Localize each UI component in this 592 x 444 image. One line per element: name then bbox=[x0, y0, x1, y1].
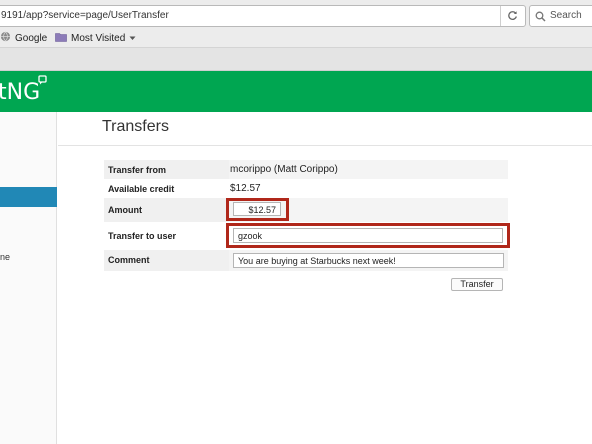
search-icon bbox=[535, 10, 546, 30]
form-row-available-credit: Available credit bbox=[104, 179, 508, 198]
bookmark-label: Google bbox=[15, 33, 48, 44]
sidebar-item-active[interactable] bbox=[0, 187, 57, 207]
logo-mark-icon bbox=[38, 75, 48, 87]
comment-label: Comment bbox=[108, 255, 150, 265]
bookmarks-bar: Google Most Visited bbox=[0, 31, 592, 47]
available-credit-value: $12.57 bbox=[230, 183, 261, 194]
page-title: Transfers bbox=[102, 118, 169, 135]
browser-tab-strip bbox=[0, 47, 592, 71]
bookmark-most-visited[interactable]: Most Visited bbox=[55, 32, 136, 46]
browser-toolbar: 9191/app?service=page/UserTransfer Searc… bbox=[0, 0, 592, 31]
search-placeholder: Search bbox=[550, 10, 582, 21]
form-row-amount: Amount bbox=[104, 198, 508, 222]
transfer-from-value: mcorippo (Matt Corippo) bbox=[230, 164, 338, 175]
bookmark-label: Most Visited bbox=[71, 33, 126, 44]
reload-button[interactable] bbox=[500, 6, 524, 26]
transfer-to-user-highlight-box bbox=[226, 223, 510, 248]
title-divider bbox=[58, 145, 592, 146]
sidebar bbox=[0, 112, 57, 444]
address-bar-url: 9191/app?service=page/UserTransfer bbox=[1, 10, 169, 21]
address-bar[interactable]: 9191/app?service=page/UserTransfer bbox=[0, 5, 526, 27]
transfer-from-label: Transfer from bbox=[108, 165, 167, 175]
app-logo-text: tNG bbox=[0, 80, 41, 105]
browser-window: 9191/app?service=page/UserTransfer Searc… bbox=[0, 0, 592, 444]
app-header: tNG bbox=[0, 71, 592, 112]
sidebar-item-label[interactable]: ne bbox=[0, 252, 10, 262]
available-credit-label: Available credit bbox=[108, 184, 175, 194]
globe-icon bbox=[0, 31, 11, 47]
transfer-button[interactable]: Transfer bbox=[451, 278, 503, 291]
bookmark-google[interactable]: Google bbox=[0, 31, 48, 47]
amount-highlight-box bbox=[226, 198, 289, 221]
comment-input-value: You are buying at Starbucks next week! bbox=[238, 256, 396, 266]
reload-icon bbox=[507, 10, 518, 23]
amount-label: Amount bbox=[108, 205, 142, 215]
comment-input[interactable]: You are buying at Starbucks next week! bbox=[233, 253, 504, 268]
browser-search-input[interactable]: Search bbox=[529, 5, 592, 27]
transfer-to-user-label: Transfer to user bbox=[108, 231, 177, 241]
chevron-down-icon bbox=[129, 32, 136, 46]
folder-icon bbox=[55, 32, 67, 47]
